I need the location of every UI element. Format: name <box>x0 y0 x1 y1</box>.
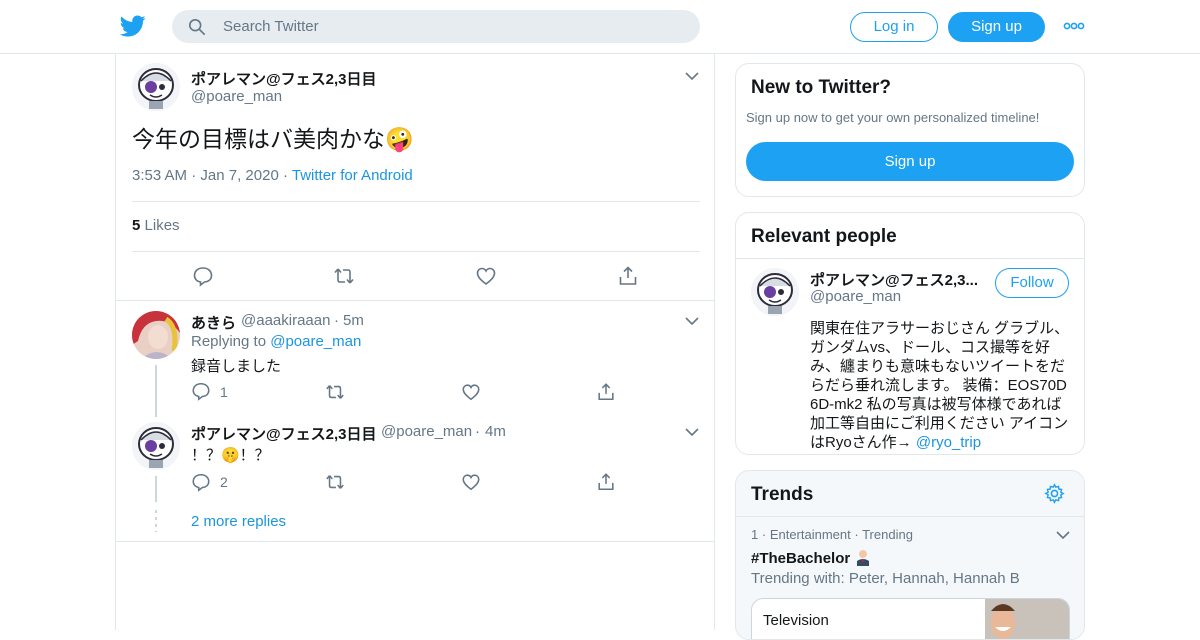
person-name[interactable]: ポアレマン@フェス2,3... <box>810 269 978 290</box>
trend-card-label: Television <box>763 612 829 629</box>
search-icon <box>188 18 206 36</box>
reply-author-name[interactable]: ポアレマン@フェス2,3日目 <box>191 423 376 444</box>
avatar-illustration <box>132 63 180 111</box>
reply-count: 2 <box>220 474 228 490</box>
likes-label: Likes <box>144 217 180 234</box>
trend-thumbnail <box>985 599 1069 639</box>
trend-name[interactable]: #TheBachelor <box>751 548 872 567</box>
reply-text: ！？🤫！？ <box>191 447 270 464</box>
trend-status: Trending <box>862 527 913 542</box>
divider <box>116 541 714 542</box>
thread-line <box>155 476 157 502</box>
retweet-icon[interactable] <box>325 472 345 492</box>
author-name[interactable]: ポアレマン@フェス2,3日目 <box>191 68 376 89</box>
avatar[interactable] <box>132 311 180 359</box>
chevron-down-icon[interactable] <box>685 71 699 81</box>
like-icon[interactable] <box>461 472 481 492</box>
trend-category: Entertainment <box>769 527 851 542</box>
like-icon[interactable] <box>475 265 497 287</box>
card-subtitle: Sign up now to get your own personalized… <box>746 110 1040 125</box>
reply-icon[interactable] <box>191 381 211 401</box>
bio-text: 関東在住アラサーおじさん グラブル、ガンダムvs、ドール、コス撮等を好み、纏まり… <box>810 320 1070 451</box>
tweet-time[interactable]: 3:53 AM <box>132 167 187 184</box>
more-icon[interactable] <box>1063 18 1085 34</box>
retweet-icon[interactable] <box>325 382 345 402</box>
tweet-date[interactable]: Jan 7, 2020 <box>200 167 278 184</box>
reply-icon[interactable] <box>191 472 211 492</box>
search-bar[interactable]: Search Twitter <box>172 10 700 43</box>
new-to-twitter-card: New to Twitter? Sign up now to get your … <box>735 63 1085 197</box>
replying-label: Replying to <box>191 333 267 350</box>
reply-age[interactable]: 5m <box>343 312 364 329</box>
author-handle[interactable]: @poare_man <box>191 88 282 105</box>
follow-button[interactable]: Follow <box>995 268 1069 298</box>
avatar-illustration <box>132 422 180 470</box>
trend-rank: 1 <box>751 527 759 542</box>
meta-dot: · <box>191 167 201 184</box>
thread-dots <box>155 510 157 532</box>
reply-text: 録音しました <box>191 358 282 375</box>
likes-count: 5 <box>132 217 141 234</box>
meta-dot: · <box>475 423 480 440</box>
replying-handle[interactable]: @poare_man <box>270 333 361 350</box>
tweet-text: 今年の目標はバ美肉かな🤪 <box>132 126 414 152</box>
trend-meta: 1 · Entertainment · Trending <box>751 527 913 542</box>
card-title: New to Twitter? <box>751 77 892 98</box>
tweet-source[interactable]: Twitter for Android <box>292 167 413 184</box>
likes-stat[interactable]: 5 Likes <box>132 217 180 234</box>
search-input[interactable]: Search Twitter <box>223 18 319 35</box>
twitter-bird-icon[interactable] <box>120 13 146 39</box>
share-icon[interactable] <box>596 382 616 402</box>
divider <box>132 251 700 252</box>
chevron-down-icon[interactable] <box>1056 530 1070 540</box>
gear-icon[interactable] <box>1044 483 1065 504</box>
divider <box>736 516 1084 517</box>
signup-button[interactable]: Sign up <box>746 142 1074 181</box>
reply-count: 1 <box>220 384 228 400</box>
share-icon[interactable] <box>596 472 616 492</box>
avatar-illustration <box>751 268 799 316</box>
thread-line <box>155 365 157 417</box>
trend-hashtag: #TheBachelor <box>751 550 851 567</box>
trend-card-image <box>985 599 1069 639</box>
meta-dot: · <box>761 527 770 542</box>
avatar-photo <box>132 311 180 359</box>
card-title: Trends <box>751 484 814 505</box>
tweet-thread: ポアレマン@フェス2,3日目 @poare_man 今年の目標はバ美肉かな🤪 3… <box>115 54 715 630</box>
replying-to: Replying to @poare_man <box>191 333 361 350</box>
reply-age[interactable]: 4m <box>485 423 506 440</box>
bio-link[interactable]: @ryo_trip <box>916 434 981 451</box>
trending-with: Trending with: Peter, Hannah, Hannah B <box>751 570 1020 587</box>
meta-dot: · <box>334 312 339 329</box>
more-replies-link[interactable]: 2 more replies <box>191 513 286 530</box>
divider <box>132 201 700 202</box>
avatar[interactable] <box>132 422 180 470</box>
reply-author-handle[interactable]: @poare_man <box>381 423 472 440</box>
card-title: Relevant people <box>751 226 897 247</box>
relevant-people-card: Relevant people ポアレマン@フェス2,3... @poare_m… <box>735 212 1085 455</box>
signup-button[interactable]: Sign up <box>948 12 1045 42</box>
divider <box>116 300 714 301</box>
share-icon[interactable] <box>617 265 639 287</box>
login-button[interactable]: Log in <box>850 12 938 42</box>
retweet-icon[interactable] <box>333 265 355 287</box>
chevron-down-icon[interactable] <box>685 316 699 326</box>
rose-emoji-icon <box>857 550 870 566</box>
trend-card[interactable]: Television <box>751 598 1070 639</box>
divider <box>736 258 1084 259</box>
avatar[interactable] <box>751 268 799 316</box>
trends-card: Trends 1 · Entertainment · Trending #The… <box>735 470 1085 640</box>
top-bar: Search Twitter Log in Sign up <box>0 0 1200 54</box>
meta-dot: · <box>854 527 863 542</box>
tweet-meta: 3:53 AM · Jan 7, 2020 · Twitter for Andr… <box>132 167 413 184</box>
like-icon[interactable] <box>461 382 481 402</box>
person-bio: 関東在住アラサーおじさん グラブル、ガンダムvs、ドール、コス撮等を好み、纏まり… <box>810 319 1072 452</box>
reply-author-name[interactable]: あきら <box>191 312 236 333</box>
reply-author-handle[interactable]: @aaakiraaan <box>241 312 330 329</box>
meta-dot: · <box>282 167 292 184</box>
chevron-down-icon[interactable] <box>685 427 699 437</box>
reply-icon[interactable] <box>192 265 214 287</box>
person-handle[interactable]: @poare_man <box>810 288 901 305</box>
avatar[interactable] <box>132 63 180 111</box>
